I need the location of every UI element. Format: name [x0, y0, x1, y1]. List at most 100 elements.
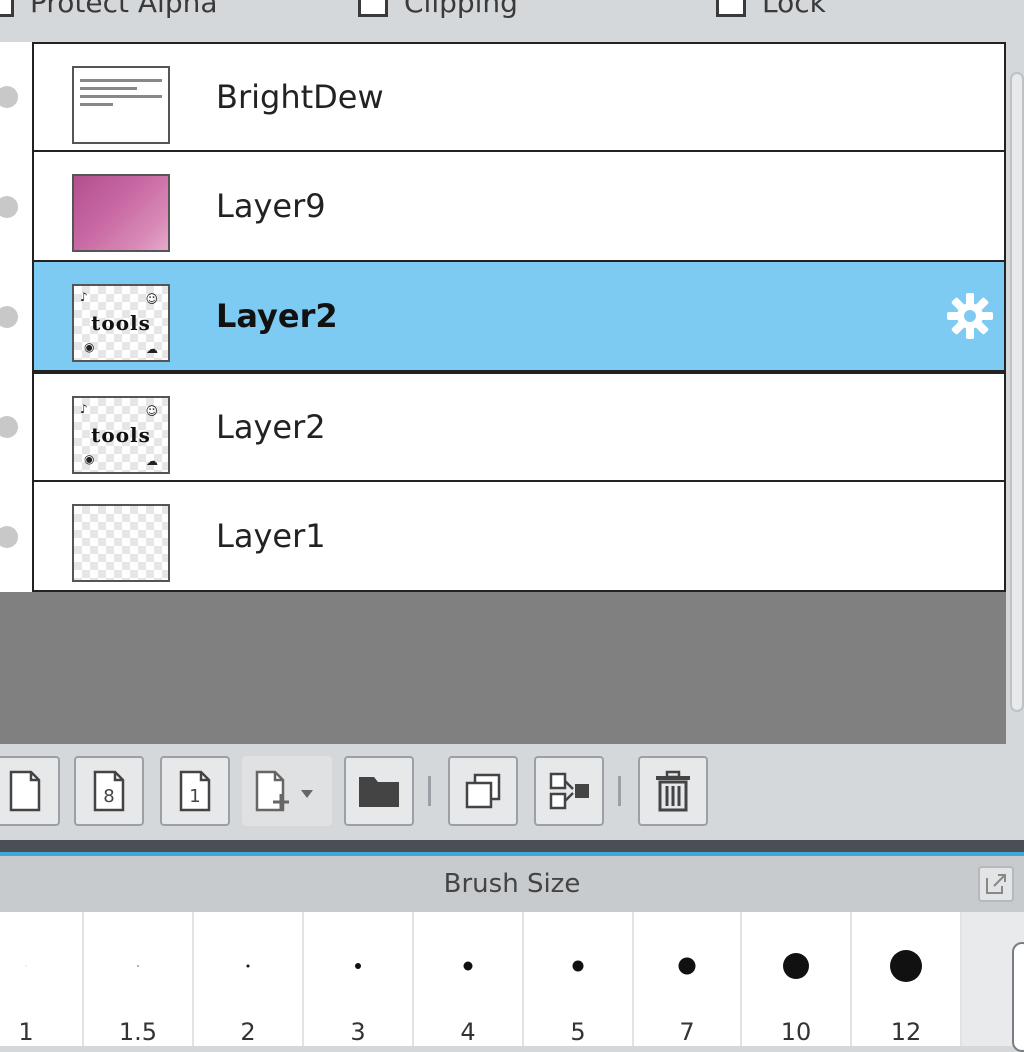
layer-thumbnail: [72, 504, 170, 582]
toolbar-separator: [618, 776, 621, 806]
new-1bit-layer-button[interactable]: 1: [160, 756, 230, 826]
clipping-option[interactable]: Clipping: [358, 0, 518, 20]
duplicate-layer-icon: [465, 773, 501, 809]
thumbnail-text: tools: [91, 423, 151, 447]
layer-item[interactable]: ♪ ☺ tools ◉ ☁ Layer2: [34, 262, 1006, 372]
protect-alpha-label: Protect Alpha: [30, 0, 218, 19]
brush-size-dot: [890, 950, 922, 982]
brush-size-option[interactable]: 7: [634, 912, 742, 1046]
layer-thumbnail: [72, 174, 170, 252]
protect-alpha-checkbox[interactable]: [0, 0, 14, 17]
layer-thumbnail: ♪ ☺ tools ◉ ☁: [72, 396, 170, 474]
brush-size-label: 7: [679, 1018, 695, 1046]
layer-item[interactable]: ♪ ☺ tools ◉ ☁ Layer2: [34, 372, 1006, 482]
delete-layer-button[interactable]: [638, 756, 708, 826]
brush-size-grid: 1 1.5 2 3 4 5 7 10 12: [0, 912, 1024, 1046]
brush-size-dot: [25, 965, 27, 967]
brush-size-label: 3: [350, 1018, 366, 1046]
brush-size-option[interactable]: 4: [414, 912, 524, 1046]
brush-size-dot: [783, 953, 809, 979]
layer-item[interactable]: Layer9: [34, 152, 1006, 262]
new-8bit-layer-icon: 8: [93, 770, 125, 812]
duplicate-layer-button[interactable]: [448, 756, 518, 826]
brush-size-label: 5: [570, 1018, 586, 1046]
layer-name: BrightDew: [216, 78, 384, 116]
brush-size-option[interactable]: 1.5: [84, 912, 194, 1046]
layer-list-scrollbar[interactable]: [1006, 42, 1024, 744]
brush-size-dot: [463, 961, 473, 971]
thumbnail-text: tools: [91, 311, 151, 335]
brush-size-dot: [246, 964, 250, 968]
layer-options-bar: Protect Alpha Clipping Lock: [0, 0, 1024, 42]
layer-name: Layer9: [216, 187, 326, 225]
merge-layer-button[interactable]: [534, 756, 604, 826]
new-folder-button[interactable]: [344, 756, 414, 826]
layer-item[interactable]: BrightDew: [34, 42, 1006, 152]
brush-size-option[interactable]: 2: [194, 912, 304, 1046]
layer-thumbnail: [72, 66, 170, 144]
brush-size-panel-header: Brush Size: [0, 856, 1024, 912]
brush-size-option[interactable]: 12: [852, 912, 962, 1046]
scrollbar-thumb[interactable]: [1010, 72, 1024, 712]
popout-button[interactable]: [978, 866, 1014, 902]
svg-text:1: 1: [189, 786, 200, 807]
svg-text:8: 8: [103, 786, 114, 807]
layer-row[interactable]: Layer9: [0, 152, 1006, 262]
lock-option[interactable]: Lock: [716, 0, 826, 20]
layer-visibility-toggle[interactable]: [0, 482, 34, 592]
lock-label: Lock: [762, 0, 826, 19]
brush-size-label: 1: [18, 1018, 34, 1046]
panel-divider: [0, 840, 1024, 852]
brush-size-label: 4: [460, 1018, 476, 1046]
layer-list: BrightDew Layer9 ♪ ☺ tools ◉ ☁ Layer2 ♪ …: [0, 42, 1006, 744]
layer-toolbar: 8 1: [0, 744, 1024, 840]
brush-size-option[interactable]: 5: [524, 912, 634, 1046]
popout-icon: [986, 874, 1006, 894]
brush-size-label: 2: [240, 1018, 256, 1046]
brush-size-dot: [678, 957, 696, 975]
scrollbar-thumb[interactable]: [1012, 942, 1024, 1052]
protect-alpha-option[interactable]: Protect Alpha: [0, 0, 218, 20]
layer-visibility-toggle[interactable]: [0, 262, 34, 372]
visibility-dot-icon: [0, 526, 18, 548]
layer-row[interactable]: ♪ ☺ tools ◉ ☁ Layer2: [0, 372, 1006, 482]
new-layer-icon: [9, 770, 41, 812]
layer-visibility-toggle[interactable]: [0, 372, 34, 482]
add-layer-dropdown-icon: [255, 770, 313, 812]
merge-layer-icon: [549, 772, 589, 810]
layer-thumbnail: ♪ ☺ tools ◉ ☁: [72, 284, 170, 362]
add-layer-dropdown-button[interactable]: [242, 756, 332, 826]
clipping-checkbox[interactable]: [358, 0, 388, 17]
toolbar-separator: [428, 776, 431, 806]
layer-row-selected[interactable]: ♪ ☺ tools ◉ ☁ Layer2: [0, 262, 1006, 372]
gear-icon[interactable]: [944, 290, 996, 342]
lock-checkbox[interactable]: [716, 0, 746, 17]
brush-size-dot: [137, 965, 139, 967]
brush-grid-scrollbar[interactable]: [962, 912, 1024, 1052]
layer-name: Layer2: [216, 408, 326, 446]
brush-size-label: 1.5: [118, 1018, 158, 1046]
layer-item[interactable]: Layer1: [34, 482, 1006, 592]
brush-size-label: 12: [890, 1018, 922, 1046]
visibility-dot-icon: [0, 86, 18, 108]
new-1bit-layer-icon: 1: [179, 770, 211, 812]
visibility-dot-icon: [0, 416, 18, 438]
brush-size-label: 10: [780, 1018, 812, 1046]
brush-size-option[interactable]: 1: [0, 912, 84, 1046]
panel-title: Brush Size: [443, 869, 581, 899]
layer-visibility-toggle[interactable]: [0, 42, 34, 152]
folder-icon: [359, 777, 399, 807]
layer-row[interactable]: BrightDew: [0, 42, 1006, 152]
brush-size-dot: [572, 960, 584, 972]
brush-size-option[interactable]: 10: [742, 912, 852, 1046]
visibility-dot-icon: [0, 306, 18, 328]
trash-icon: [656, 770, 690, 812]
new-8bit-layer-button[interactable]: 8: [74, 756, 144, 826]
brush-size-dot: [355, 963, 361, 969]
visibility-dot-icon: [0, 196, 18, 218]
layer-row[interactable]: Layer1: [0, 482, 1006, 592]
layer-name: Layer1: [216, 517, 326, 555]
brush-size-option[interactable]: 3: [304, 912, 414, 1046]
layer-visibility-toggle[interactable]: [0, 152, 34, 262]
new-layer-button[interactable]: [0, 756, 60, 826]
